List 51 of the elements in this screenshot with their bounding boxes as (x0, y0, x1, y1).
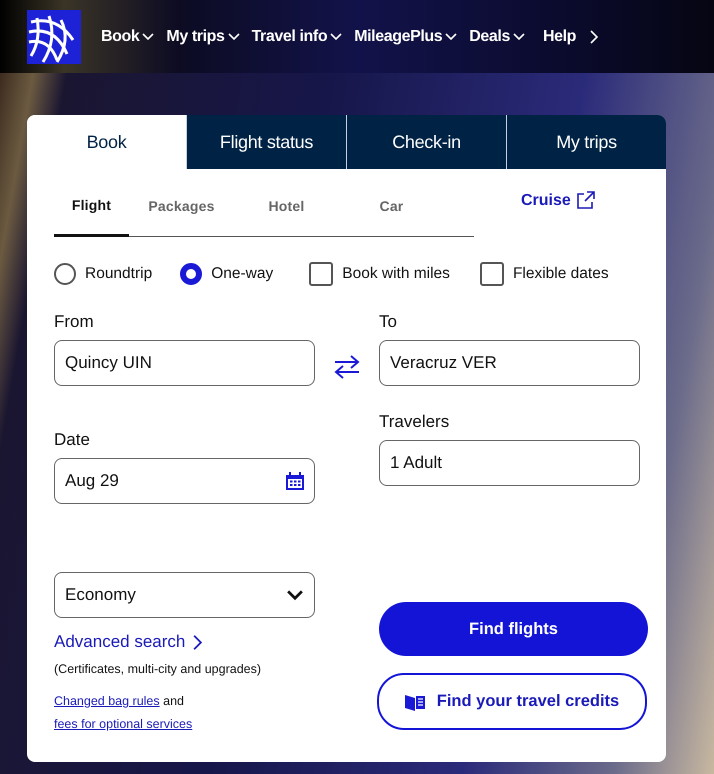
advanced-search-note: (Certificates, multi-city and upgrades) (54, 662, 262, 676)
date-field[interactable]: Aug 29 (54, 458, 315, 504)
chevron-down-icon (445, 32, 458, 40)
option-label: Roundtrip (85, 265, 152, 283)
swap-icon[interactable] (333, 354, 361, 380)
wallet-icon (404, 692, 425, 710)
radio-button[interactable] (180, 263, 202, 285)
nav-menu-item[interactable]: Book (101, 28, 154, 46)
cruise-link[interactable]: Cruise (521, 191, 595, 210)
travel-credits-button[interactable]: Find your travel credits (377, 673, 647, 730)
bag-rules-link[interactable]: Changed bag rules (54, 694, 160, 708)
field-label: To (379, 312, 398, 332)
product-tab[interactable]: Car (339, 168, 444, 236)
chevron-right-icon (193, 634, 202, 650)
chevron-down-icon (286, 590, 304, 600)
option-label: Book with miles (342, 265, 450, 283)
travelers-field[interactable]: 1 Adult (379, 440, 640, 486)
origin-field[interactable]: Quincy UIN (54, 340, 315, 386)
find-flights-button[interactable]: Find flights (379, 602, 648, 656)
external-link-icon (576, 191, 595, 210)
product-tab[interactable]: Hotel (234, 168, 339, 236)
field-label: Travelers (379, 412, 450, 432)
nav-menu-item[interactable]: Travel info (252, 28, 342, 46)
product-tab[interactable]: Flight (54, 168, 129, 237)
option-label: One-way (211, 265, 274, 283)
connector-text: and (163, 694, 184, 708)
chevron-down-icon (228, 32, 240, 40)
nav-menu-item[interactable]: Help (542, 28, 598, 46)
radio-button[interactable] (54, 263, 76, 285)
booking-tab[interactable]: Check-in (346, 115, 506, 169)
checkbox[interactable] (309, 262, 334, 286)
product-tab[interactable]: Packages (129, 168, 234, 236)
advanced-search-link[interactable]: Advanced search (54, 632, 315, 652)
chevron-right-icon (590, 30, 598, 44)
calendar-icon (286, 472, 304, 490)
destination-field[interactable]: Veracruz VER (379, 340, 640, 386)
booking-tab[interactable]: Flight status (186, 115, 346, 169)
field-label: From (54, 312, 95, 332)
checkbox[interactable] (480, 262, 504, 286)
nav-menu-item[interactable]: MileagePlus (354, 28, 458, 46)
chevron-down-icon (512, 32, 525, 40)
chevron-down-icon (142, 32, 154, 40)
chevron-down-icon (330, 32, 342, 40)
nav-menu-item[interactable]: My trips (166, 28, 240, 46)
fees-link[interactable]: fees for optional services (54, 717, 192, 731)
option-label: Flexible dates (512, 265, 609, 283)
nav-menu-item[interactable]: Deals (469, 28, 525, 46)
field-label: Date (54, 430, 91, 450)
cabin-select[interactable]: Economy (54, 572, 315, 618)
globe-logo-icon[interactable] (27, 10, 81, 64)
booking-tab[interactable]: My trips (506, 115, 666, 169)
